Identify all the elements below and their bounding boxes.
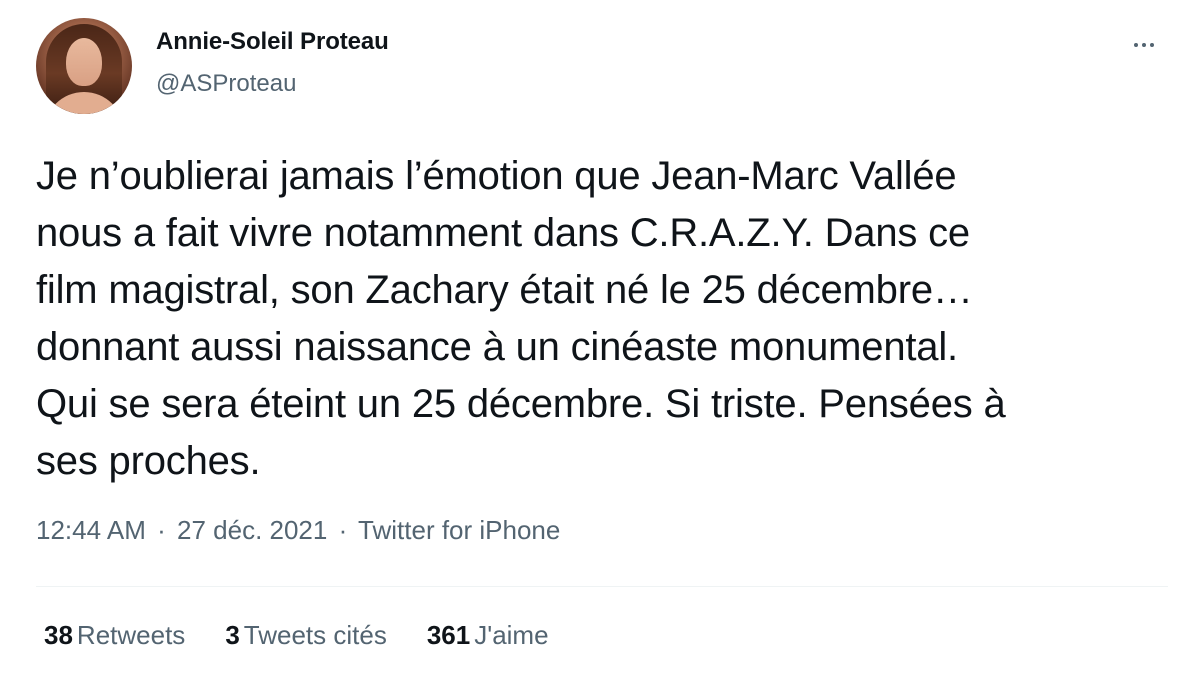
tweet-source[interactable]: Twitter for iPhone	[358, 515, 560, 545]
quotes-label: Tweets cités	[243, 620, 387, 650]
likes-count: 361	[426, 620, 471, 650]
author-handle[interactable]: @ASProteau	[156, 70, 296, 98]
retweets-count: 38	[44, 620, 73, 650]
author-display-name[interactable]: Annie-Soleil Proteau	[156, 28, 389, 56]
likes-stat[interactable]: 361 J'aime	[427, 620, 549, 651]
likes-label: J'aime	[474, 620, 549, 650]
avatar-face	[66, 38, 102, 86]
tweet-card: Annie-Soleil Proteau @ASProteau Je n’oub…	[0, 0, 1198, 680]
more-options-button[interactable]	[1124, 30, 1164, 60]
quotes-count: 3	[225, 620, 240, 650]
retweets-stat[interactable]: 38 Retweets	[44, 620, 185, 651]
more-horizontal-icon-dot	[1150, 43, 1154, 47]
tweet-stats: 38 Retweets 3 Tweets cités 361 J'aime	[44, 620, 589, 651]
quotes-stat[interactable]: 3 Tweets cités	[225, 620, 387, 651]
tweet-date[interactable]: 27 déc. 2021	[177, 515, 327, 545]
more-horizontal-icon-dot	[1142, 43, 1146, 47]
meta-separator: ·	[157, 515, 166, 545]
divider	[36, 586, 1168, 587]
retweets-label: Retweets	[76, 620, 186, 650]
more-horizontal-icon	[1134, 43, 1138, 47]
tweet-meta: 12:44 AM · 27 déc. 2021 · Twitter for iP…	[36, 515, 560, 546]
tweet-text: Je n’oublierai jamais l’émotion que Jean…	[36, 154, 1006, 483]
tweet-time[interactable]: 12:44 AM	[36, 515, 146, 545]
meta-separator: ·	[338, 515, 348, 545]
avatar[interactable]	[36, 18, 132, 114]
